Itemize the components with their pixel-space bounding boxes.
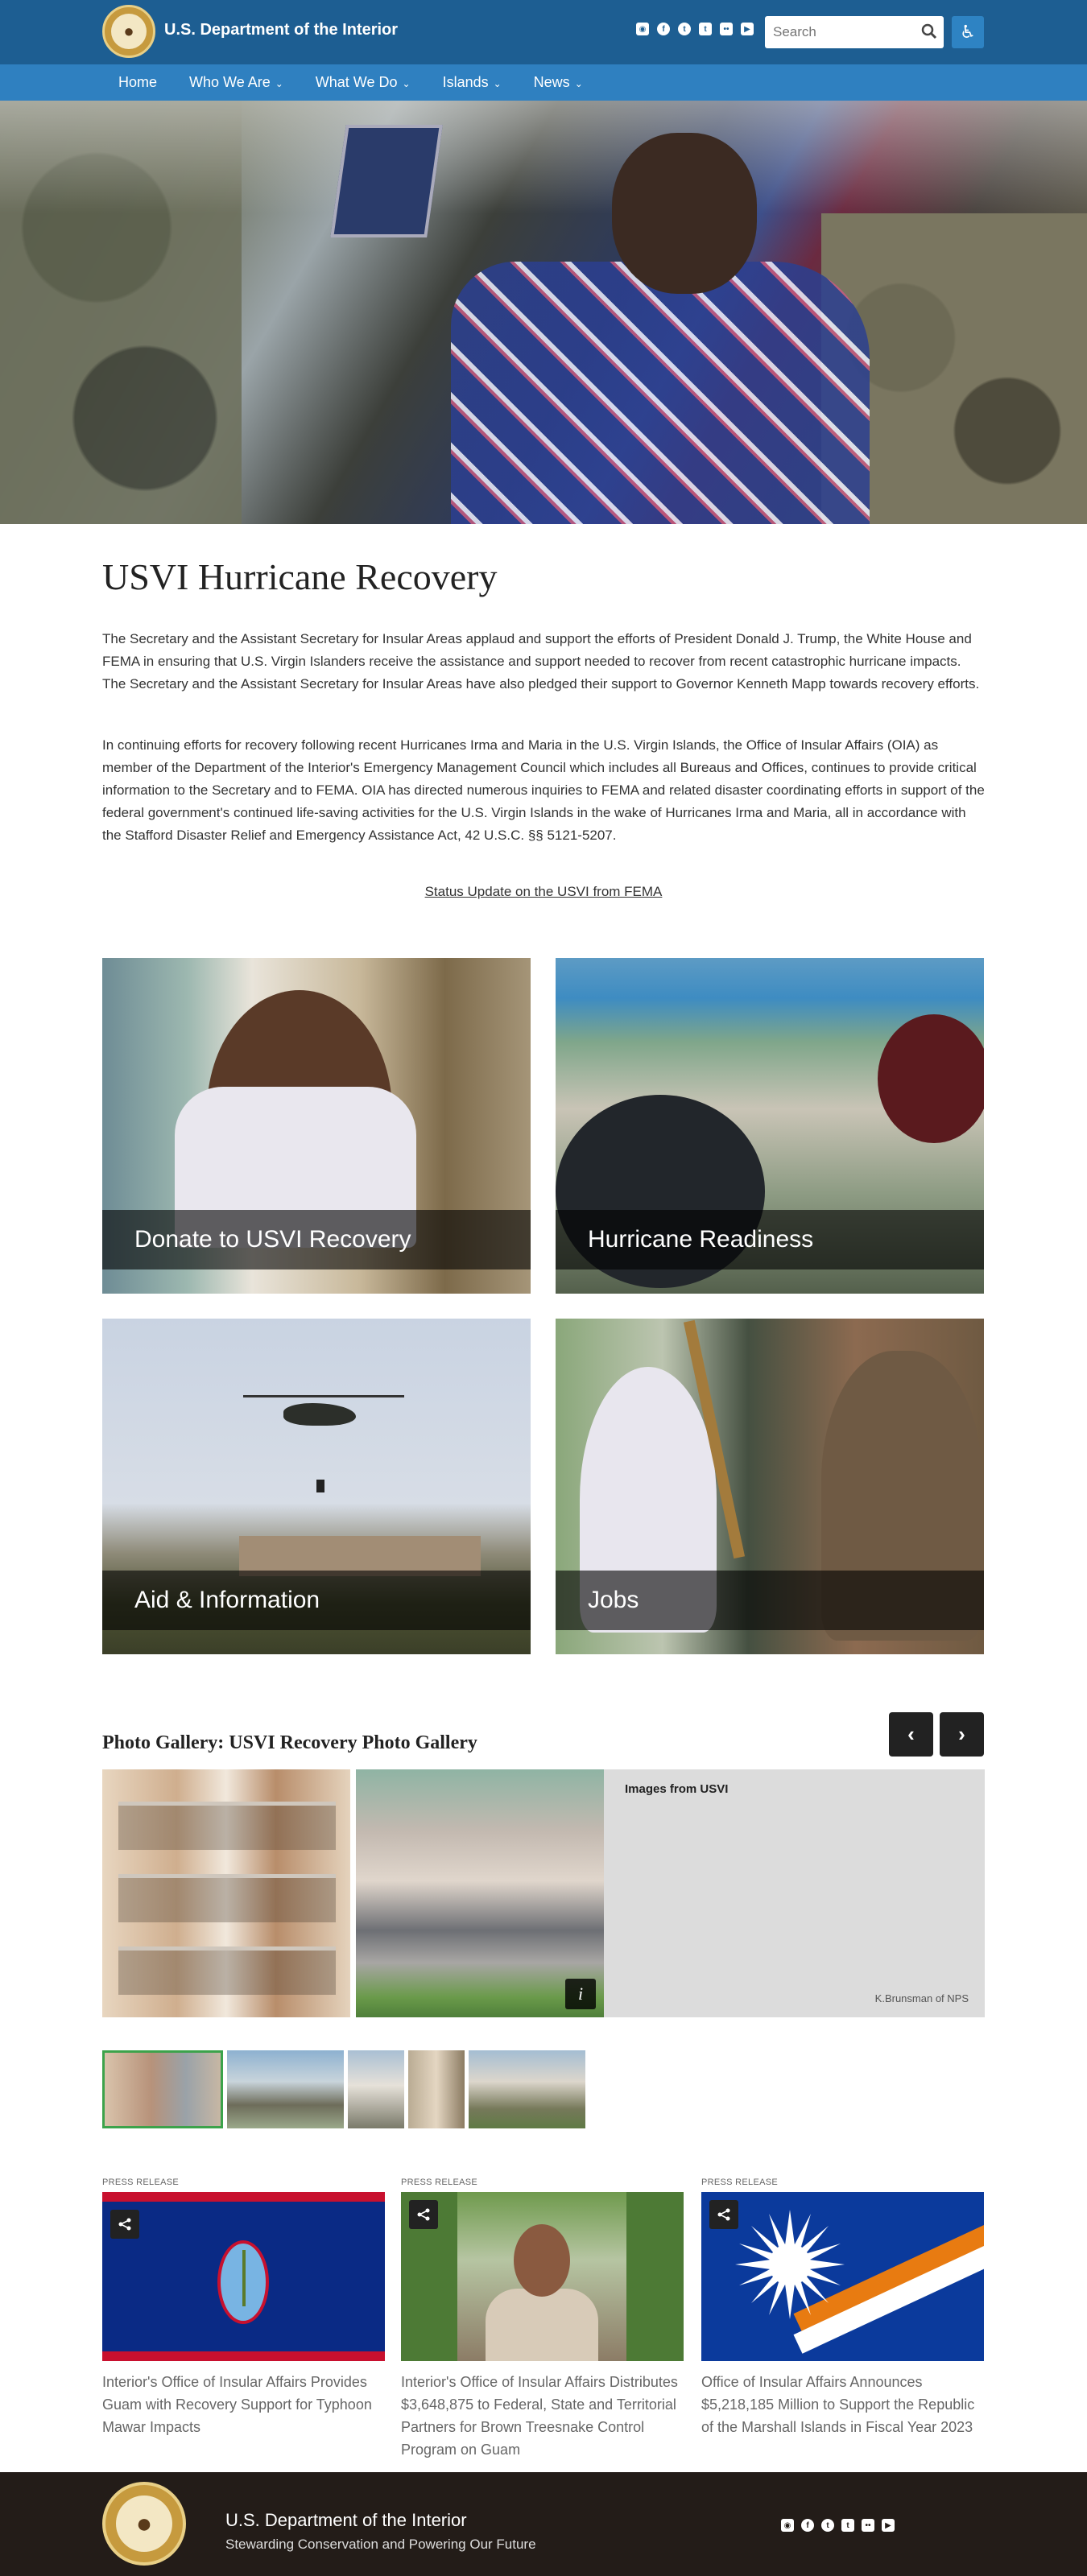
hero-photo-detail: [451, 262, 870, 524]
gallery-thumbnail[interactable]: [102, 2050, 223, 2128]
instagram-icon[interactable]: ◉: [781, 2519, 794, 2532]
news-photo-detail: [486, 2289, 598, 2361]
footer-tagline: Stewarding Conservation and Powering Our…: [225, 2537, 536, 2552]
hero-photo-detail: [0, 101, 1087, 213]
chevron-down-icon: ⌄: [493, 78, 502, 89]
page-title: USVI Hurricane Recovery: [102, 556, 498, 597]
intro-paragraph: The Secretary and the Assistant Secretar…: [102, 631, 980, 691]
youtube-icon[interactable]: ▶: [741, 23, 754, 35]
site-name[interactable]: U.S. Department of the Interior: [164, 21, 398, 39]
tile-label: Aid & Information: [102, 1571, 531, 1630]
news-headline[interactable]: Interior's Office of Insular Affairs Pro…: [102, 2371, 385, 2438]
youtube-icon[interactable]: ▶: [882, 2519, 895, 2532]
footer-site-name[interactable]: U.S. Department of the Interior: [225, 2510, 467, 2531]
gallery-photo-detail: [118, 1874, 336, 1922]
tumblr-icon[interactable]: t: [841, 2519, 854, 2532]
flag-border: [102, 2351, 385, 2361]
news-photo-detail: [514, 2224, 570, 2297]
tile-label: Donate to USVI Recovery: [102, 1210, 531, 1269]
news-headline[interactable]: Interior's Office of Insular Affairs Dis…: [401, 2371, 684, 2461]
top-header: ● U.S. Department of the Interior ◉ f t …: [0, 0, 1087, 64]
twitter-icon[interactable]: t: [678, 23, 691, 35]
doi-seal-logo[interactable]: ●: [102, 5, 155, 58]
gallery-thumbnails: [102, 2050, 585, 2128]
share-icon[interactable]: [409, 2200, 438, 2229]
gallery-image-current[interactable]: i: [356, 1769, 604, 2017]
instagram-icon[interactable]: ◉: [636, 23, 649, 35]
news-card[interactable]: PRESS RELEASE Office of Insular Affairs …: [701, 2178, 984, 2438]
star-icon: [735, 2210, 845, 2319]
gallery-caption-heading: Images from USVI: [625, 1782, 729, 1796]
gallery-image[interactable]: [102, 1769, 350, 2017]
gallery-title: Photo Gallery: USVI Recovery Photo Galle…: [102, 1732, 477, 1753]
news-card[interactable]: PRESS RELEASE Interior's Office of Insul…: [102, 2178, 385, 2438]
nav-item-what-we-do[interactable]: What We Do ⌄: [300, 64, 427, 101]
tile-donate[interactable]: Donate to USVI Recovery: [102, 958, 531, 1294]
tumblr-icon[interactable]: t: [699, 23, 712, 35]
nav-item-who-we-are[interactable]: Who We Are ⌄: [173, 64, 300, 101]
accessibility-icon[interactable]: ♿: [952, 16, 984, 48]
search-icon[interactable]: [921, 23, 937, 39]
search-input[interactable]: [773, 24, 910, 40]
tile-label: Hurricane Readiness: [556, 1210, 984, 1269]
flickr-icon[interactable]: ••: [720, 23, 733, 35]
facebook-icon[interactable]: f: [657, 23, 670, 35]
chevron-left-icon: ‹: [907, 1722, 915, 1746]
news-kicker: PRESS RELEASE: [401, 2178, 477, 2187]
chevron-down-icon: ⌄: [402, 78, 411, 89]
news-photo[interactable]: [401, 2192, 684, 2361]
hero-image: [0, 101, 1087, 524]
gallery-caption-panel: Images from USVI K.Brunsman of NPS: [604, 1769, 985, 2017]
gallery-prev-button[interactable]: ‹: [889, 1712, 933, 1757]
twitter-icon[interactable]: t: [821, 2519, 834, 2532]
tile-label: Jobs: [556, 1571, 984, 1630]
news-kicker: PRESS RELEASE: [701, 2178, 778, 2187]
share-icon[interactable]: [110, 2210, 139, 2239]
gallery-thumbnail[interactable]: [348, 2050, 404, 2128]
gallery-thumbnail[interactable]: [227, 2050, 344, 2128]
fema-status-link[interactable]: Status Update on the USVI from FEMA: [0, 884, 1087, 900]
footer-social-links: ◉ f t t •• ▶: [781, 2519, 895, 2532]
tile-photo-detail: [878, 1014, 984, 1143]
gallery-photo-detail: [118, 1802, 336, 1850]
header-social-links: ◉ f t t •• ▶: [636, 23, 754, 35]
bison-icon: ●: [116, 2496, 172, 2552]
main-nav: Home Who We Are ⌄ What We Do ⌄ Islands ⌄ Ne…: [0, 64, 1087, 101]
body-paragraph: In continuing efforts for recovery follo…: [102, 737, 985, 843]
tile-hurricane-readiness[interactable]: Hurricane Readiness: [556, 958, 984, 1294]
news-headline[interactable]: Office of Insular Affairs Announces $5,2…: [701, 2371, 984, 2438]
tile-photo-detail: [243, 1395, 404, 1397]
gallery-next-button[interactable]: ›: [940, 1712, 984, 1757]
tile-aid-information[interactable]: Aid & Information: [102, 1319, 531, 1654]
site-footer: ● U.S. Department of the Interior Stewar…: [0, 2472, 1087, 2576]
nav-item-news[interactable]: News ⌄: [518, 64, 599, 101]
photo-credit: K.Brunsman of NPS: [874, 1992, 969, 2004]
tile-photo-detail: [316, 1480, 324, 1492]
share-icon[interactable]: [709, 2200, 738, 2229]
nav-item-islands[interactable]: Islands ⌄: [427, 64, 518, 101]
marshall-islands-flag-image[interactable]: [701, 2192, 984, 2361]
palm-icon: [242, 2250, 246, 2306]
facebook-icon[interactable]: f: [801, 2519, 814, 2532]
gallery-thumbnail[interactable]: [408, 2050, 465, 2128]
doi-seal-logo[interactable]: ●: [102, 2482, 186, 2566]
news-kicker: PRESS RELEASE: [102, 2178, 179, 2187]
info-icon[interactable]: i: [565, 1979, 596, 2009]
hero-photo-detail: [330, 125, 443, 237]
chevron-down-icon: ⌄: [574, 78, 583, 89]
chevron-right-icon: ›: [958, 1722, 965, 1746]
chevron-down-icon: ⌄: [275, 78, 283, 89]
tile-jobs[interactable]: Jobs: [556, 1319, 984, 1654]
gallery-photo-detail: [118, 1946, 336, 1995]
hero-photo-detail: [612, 133, 757, 294]
flickr-icon[interactable]: ••: [862, 2519, 874, 2532]
nav-item-home[interactable]: Home: [102, 64, 173, 101]
bison-icon: ●: [111, 14, 147, 49]
news-card[interactable]: PRESS RELEASE Interior's Office of Insul…: [401, 2178, 684, 2461]
gallery-thumbnail[interactable]: [469, 2050, 585, 2128]
search-box: [765, 16, 944, 48]
guam-flag-image[interactable]: [102, 2192, 385, 2361]
tile-photo-detail: [283, 1403, 356, 1426]
